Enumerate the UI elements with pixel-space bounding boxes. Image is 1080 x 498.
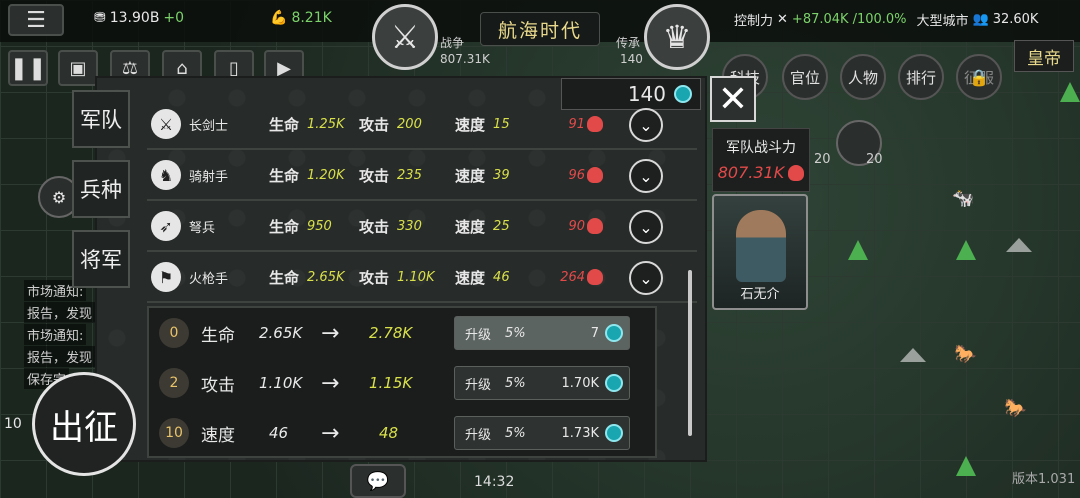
- horse-icon: 🐎: [954, 344, 977, 365]
- tab-unit-types[interactable]: 兵种: [72, 160, 130, 218]
- crossbow-icon: ➶: [151, 211, 181, 241]
- skull-icon: [587, 167, 604, 183]
- expand-button[interactable]: ⌄: [629, 108, 663, 142]
- cattle-icon: 🐄: [952, 188, 975, 209]
- level-badge: 0: [159, 318, 189, 348]
- slot-count: 20: [814, 152, 831, 167]
- legend-label: 传承: [616, 36, 641, 50]
- skull-icon: [587, 218, 604, 234]
- upgrade-row-speed: 10 速度 46 → 48 升级 5% 1.73K: [149, 408, 659, 458]
- chat-bubble-icon: 💬: [366, 470, 390, 492]
- crown-coin-icon: [605, 374, 623, 392]
- people-icon: 👥: [972, 12, 989, 27]
- tab-people[interactable]: 人物: [840, 54, 886, 100]
- expand-button[interactable]: ⌄: [629, 159, 663, 193]
- legend-value: 140: [620, 52, 643, 66]
- mountain-icon: [1006, 238, 1032, 252]
- scrollbar[interactable]: [688, 270, 692, 436]
- silver-stat: ⛃ 13.90B +0: [94, 10, 185, 26]
- crown-coin-icon: [605, 324, 623, 342]
- war-button[interactable]: ⚔: [372, 4, 438, 70]
- tab-ranking[interactable]: 排行: [898, 54, 944, 100]
- upgrade-row-attack: 2 攻击 1.10K → 1.15K 升级 5% 1.70K: [149, 358, 659, 408]
- upgrade-panel: 0 生命 2.65K → 2.78K 升级 5% 7 2 攻击 1.10K → …: [147, 306, 657, 458]
- rank-badge[interactable]: 皇帝: [1014, 40, 1074, 72]
- forest-icon: [1060, 82, 1080, 102]
- army-power-box: 军队战斗力 807.31K: [712, 128, 810, 192]
- floppy-icon: ▣: [69, 57, 87, 79]
- expand-button[interactable]: ⌄: [629, 210, 663, 244]
- horse-archer-icon: ♞: [151, 160, 181, 190]
- chat-line: 报告，发现: [24, 346, 96, 367]
- arrow-right-icon: →: [321, 420, 340, 446]
- upgrade-button[interactable]: 升级 5% 1.70K: [454, 366, 630, 400]
- menu-button[interactable]: ☰: [8, 4, 64, 36]
- forest-icon: [956, 240, 976, 260]
- crown-button[interactable]: ♛: [644, 4, 710, 70]
- close-button[interactable]: ✕: [710, 76, 756, 122]
- tab-generals[interactable]: 将军: [72, 230, 130, 288]
- arrow-right-icon: →: [321, 370, 340, 396]
- control-stat: 控制力 ✕ +87.04K /100.0% 大型城市 👥 32.60K: [734, 12, 1039, 29]
- horse-icon: 🐎: [1004, 398, 1027, 419]
- coins-icon: ⛃: [94, 10, 106, 26]
- upgrade-button[interactable]: 升级 5% 1.73K: [454, 416, 630, 450]
- tab-office[interactable]: 官位: [782, 54, 828, 100]
- forest-icon: [956, 456, 976, 476]
- war-value: 807.31K: [440, 52, 490, 66]
- musket-icon: ⚑: [151, 262, 181, 292]
- tab-conquest[interactable]: 征服 🔒: [956, 54, 1002, 100]
- lock-icon: 🔒: [969, 67, 989, 87]
- chat-button[interactable]: 💬: [350, 464, 406, 498]
- era-title[interactable]: 航海时代: [480, 12, 600, 46]
- pause-button[interactable]: ❚❚: [8, 50, 48, 86]
- war-label: 战争: [440, 36, 465, 50]
- forest-icon: [848, 240, 868, 260]
- strength-icon: 💪: [270, 10, 288, 26]
- level-badge: 2: [159, 368, 189, 398]
- collapse-button[interactable]: ⌄: [629, 261, 663, 295]
- slot-count: 20: [866, 152, 883, 167]
- clock: 14:32: [474, 474, 515, 490]
- mountain-icon: [900, 348, 926, 362]
- crossed-swords-icon: ⚔: [390, 18, 420, 56]
- level-badge: 10: [159, 418, 189, 448]
- chat-line: 市场通知:: [24, 324, 87, 345]
- upgrade-button[interactable]: 升级 5% 7: [454, 316, 630, 350]
- general-portrait: [736, 210, 786, 282]
- left-count: 10: [4, 416, 22, 432]
- sword-icon: ⚔: [151, 109, 181, 139]
- unit-row[interactable]: ⚑ 火枪手 生命 2.65K 攻击 1.10K 速度 46 264: [147, 253, 697, 303]
- chat-line: 报告，发现: [24, 302, 96, 323]
- skull-icon: [587, 116, 604, 132]
- skull-icon: [788, 164, 805, 181]
- save-button[interactable]: ▣: [58, 50, 98, 86]
- unit-row[interactable]: ➶ 弩兵 生命 950 攻击 330 速度 25 90: [147, 202, 697, 252]
- version-label: 版本1.031: [1012, 472, 1076, 487]
- unit-row[interactable]: ⚔ 长剑士 生命 1.25K 攻击 200 速度 15 91: [147, 100, 697, 150]
- tab-army[interactable]: 军队: [72, 90, 130, 148]
- crown-coin-icon: [605, 424, 623, 442]
- swords-icon: ✕: [777, 12, 788, 27]
- arrow-right-icon: →: [321, 320, 340, 346]
- general-card[interactable]: 石无介: [712, 194, 808, 310]
- march-button[interactable]: 出征: [32, 372, 136, 476]
- unit-row[interactable]: ♞ 骑射手 生命 1.20K 攻击 235 速度 39 96: [147, 151, 697, 201]
- close-icon: ✕: [717, 78, 749, 120]
- skull-icon: [587, 269, 604, 285]
- crown-icon: ♛: [662, 18, 692, 56]
- upgrade-row-hp: 0 生命 2.65K → 2.78K 升级 5% 7: [149, 308, 659, 358]
- army-panel: 140 ⚔ 长剑士 生命 1.25K 攻击 200 速度 15 91 ⌄ ♞ 骑…: [95, 76, 707, 462]
- food-stat: 💪 8.21K: [270, 10, 332, 26]
